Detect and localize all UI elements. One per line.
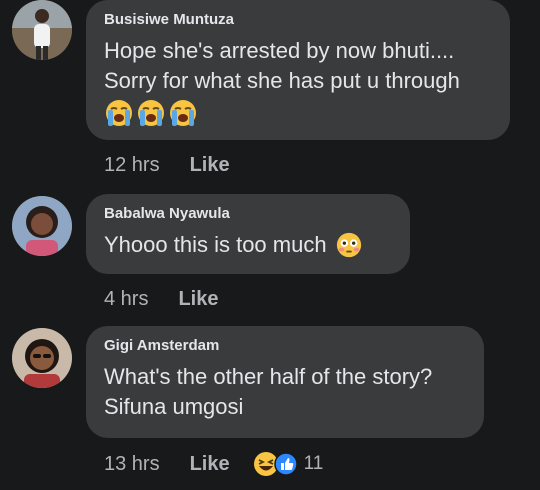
like-button[interactable]: Like: [190, 154, 230, 177]
comment-meta: 4 hrs Like: [104, 288, 219, 311]
comment-text: Yhooo this is too much: [104, 232, 327, 257]
comment-author[interactable]: Gigi Amsterdam: [104, 336, 464, 356]
comment-timestamp[interactable]: 4 hrs: [104, 288, 148, 311]
comment-author[interactable]: Babalwa Nyawula: [104, 204, 390, 224]
emoji-row: [104, 98, 490, 128]
comment-author[interactable]: Busisiwe Muntuza: [104, 10, 490, 30]
comment-text: What's the other half of the story? Sifu…: [104, 364, 433, 419]
comment-meta: 13 hrs Like 11: [104, 450, 323, 478]
comment-timestamp[interactable]: 12 hrs: [104, 154, 160, 177]
avatar-photo: [12, 0, 72, 60]
avatar-photo: [12, 196, 72, 256]
comment-meta: 12 hrs Like: [104, 154, 230, 177]
loudly-crying-face-icon: [138, 100, 164, 126]
loudly-crying-face-icon: [106, 100, 132, 126]
reaction-count: 11: [303, 453, 324, 474]
avatar[interactable]: [12, 0, 72, 60]
loudly-crying-face-icon: [170, 100, 196, 126]
reactions-summary[interactable]: 11: [252, 450, 324, 478]
comment-bubble: Busisiwe Muntuza Hope she's arrested by …: [86, 0, 510, 140]
like-button[interactable]: Like: [178, 288, 218, 311]
avatar-photo: [12, 328, 72, 388]
flushed-face-icon: [336, 232, 361, 258]
comment-text: Hope she's arrested by now bhuti.... Sor…: [104, 38, 460, 93]
avatar[interactable]: [12, 196, 72, 256]
like-button[interactable]: Like: [190, 453, 230, 476]
like-icon: [273, 452, 298, 476]
comment-bubble: Babalwa Nyawula Yhooo this is too much: [86, 194, 410, 274]
comment-bubble: Gigi Amsterdam What's the other half of …: [86, 326, 484, 438]
comment-timestamp[interactable]: 13 hrs: [104, 453, 160, 476]
avatar[interactable]: [12, 328, 72, 388]
